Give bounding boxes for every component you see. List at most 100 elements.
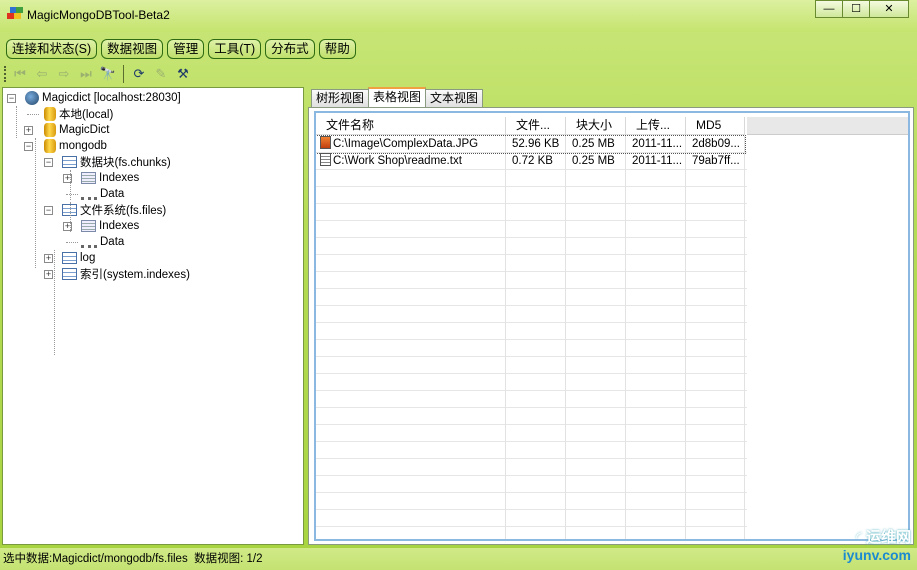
tree-node[interactable]: log	[62, 250, 95, 266]
tree-node[interactable]: 数据块(fs.chunks)	[62, 154, 171, 170]
collapse-icon[interactable]: −	[7, 94, 16, 103]
edit-icon[interactable]: ✎	[152, 65, 170, 83]
tree-node[interactable]: MagicDict	[42, 122, 109, 138]
tree-line	[27, 114, 39, 115]
collapse-icon[interactable]: −	[24, 142, 33, 151]
refresh-icon[interactable]: ⟳	[130, 65, 148, 83]
first-icon[interactable]: ⏮	[11, 65, 29, 83]
tab-0[interactable]: 树形视图	[311, 89, 370, 107]
file-list[interactable]: 文件名称 文件... 块大小 上传... MD5 C:\Image\ComplexDat…	[314, 111, 910, 541]
tree-node[interactable]: Data	[81, 186, 124, 202]
text-file-icon	[320, 153, 331, 166]
cell-text: 0.25 MB	[572, 155, 615, 167]
app-icon	[7, 7, 23, 21]
tab-1[interactable]: 表格视图	[368, 87, 427, 107]
list-header: 文件名称 文件... 块大小 上传... MD5	[316, 117, 745, 135]
table-cell: 52.96 KB	[506, 136, 566, 153]
prev-icon[interactable]: ⇦	[33, 65, 51, 83]
maximize-button[interactable]: ☐	[842, 0, 870, 18]
tree-node-label: log	[80, 252, 96, 264]
table-cell: C:\Image\ComplexData.JPG	[316, 136, 506, 153]
expand-icon[interactable]: +	[24, 126, 33, 135]
cell-text: 0.72 KB	[512, 155, 553, 167]
tree-node-label: Indexes	[99, 172, 140, 184]
tree-node[interactable]: Data	[81, 234, 124, 250]
tree-node[interactable]: 索引(system.indexes)	[62, 266, 190, 282]
column-header[interactable]: 文件名称	[316, 117, 506, 135]
tab-2[interactable]: 文本视图	[425, 89, 484, 107]
column-header[interactable]: 上传...	[626, 117, 686, 135]
tree-line	[70, 170, 71, 200]
table-cell: 0.25 MB	[566, 153, 626, 170]
cell-text: 2011-11...	[632, 138, 683, 150]
table-icon	[62, 252, 77, 264]
find-icon[interactable]: 🔭	[99, 65, 117, 83]
status-text: 选中数据:Magicdict/mongodb/fs.files 数据视图: 1/…	[3, 553, 263, 565]
connection-tree[interactable]: Magicdict [localhost:28030] − 本地(local) Mag…	[2, 87, 304, 545]
table-cell: 2d8b09...	[686, 136, 745, 153]
tree-node[interactable]: Indexes	[81, 218, 139, 234]
tree-node-label: Data	[100, 236, 125, 248]
menu-1[interactable]: 数据视图	[101, 39, 164, 59]
tree-node-label: Magicdict [localhost:28030]	[42, 92, 181, 104]
index-icon	[81, 220, 96, 232]
column-gridline	[625, 136, 626, 539]
table-cell: 79ab7ff...	[686, 153, 745, 170]
tree-node[interactable]: Magicdict [localhost:28030]	[25, 90, 181, 106]
window-title: MagicMongoDBTool-Beta2	[27, 8, 170, 22]
cell-text: C:\Image\ComplexData.JPG	[333, 138, 479, 150]
expand-icon[interactable]: +	[44, 270, 53, 279]
table-icon	[62, 268, 77, 280]
table-cell: 2011-11...	[626, 153, 686, 170]
header-filler	[747, 117, 908, 135]
status-bar: 选中数据:Magicdict/mongodb/fs.files 数据视图: 1/…	[0, 548, 917, 570]
tree-node-label: mongodb	[59, 140, 107, 152]
minimize-button[interactable]: —	[815, 0, 843, 18]
toolbar-separator	[123, 65, 124, 83]
tree-node-label: Data	[100, 188, 125, 200]
tree-node-label: 数据块(fs.chunks)	[80, 157, 171, 169]
image-file-icon	[320, 136, 331, 149]
toolbar-grip[interactable]	[4, 66, 7, 82]
tree-node-label: MagicDict	[59, 124, 110, 136]
server-icon	[25, 91, 39, 105]
tree-node-label: 索引(system.indexes)	[80, 269, 190, 281]
tree-line	[35, 138, 36, 268]
tree-node-label: Indexes	[99, 220, 140, 232]
column-header[interactable]: MD5	[686, 117, 745, 135]
database-icon	[44, 107, 56, 121]
last-icon[interactable]: ⏭	[77, 65, 95, 83]
watermark-logo: ◜ 运维网 iyunv.com	[842, 529, 911, 563]
menu-0[interactable]: 连接和状态(S)	[6, 39, 98, 59]
column-header[interactable]: 块大小	[566, 117, 626, 135]
title-bar: MagicMongoDBTool-Beta2 — ☐ ✕	[0, 0, 917, 32]
list-grid	[316, 136, 747, 539]
table-row[interactable]: C:\Work Shop\readme.txt 0.72 KB 0.25 MB 201…	[316, 153, 745, 170]
tree-line	[54, 250, 55, 355]
tree-line	[66, 242, 78, 243]
expand-icon[interactable]: +	[44, 254, 53, 263]
tree-line	[66, 194, 78, 195]
tools-icon[interactable]: ⚒	[174, 65, 192, 83]
tree-node[interactable]: mongodb	[42, 138, 107, 154]
cell-text: 0.25 MB	[572, 138, 615, 150]
cell-text: 2011-11...	[632, 155, 683, 167]
tree-node[interactable]: 文件系统(fs.files)	[62, 202, 166, 218]
tree-node[interactable]: Indexes	[81, 170, 139, 186]
close-button[interactable]: ✕	[869, 0, 909, 18]
tree-node[interactable]: 本地(local)	[42, 106, 113, 122]
collapse-icon[interactable]: −	[44, 158, 53, 167]
next-icon[interactable]: ⇨	[55, 65, 73, 83]
cell-text: C:\Work Shop\readme.txt	[333, 155, 462, 167]
view-tabs: 树形视图 表格视图 文本视图	[311, 87, 484, 107]
menu-2[interactable]: 管理	[167, 39, 205, 59]
menu-5[interactable]: 帮助	[318, 39, 356, 59]
table-row[interactable]: C:\Image\ComplexData.JPG 52.96 KB 0.25 MB 2…	[316, 135, 746, 154]
column-header[interactable]: 文件...	[506, 117, 566, 135]
table-cell: C:\Work Shop\readme.txt	[316, 153, 506, 170]
table-icon	[62, 156, 77, 168]
menu-3[interactable]: 工具(T)	[208, 39, 262, 59]
collapse-icon[interactable]: −	[44, 206, 53, 215]
column-gridline	[505, 136, 506, 539]
menu-4[interactable]: 分布式	[265, 39, 315, 59]
